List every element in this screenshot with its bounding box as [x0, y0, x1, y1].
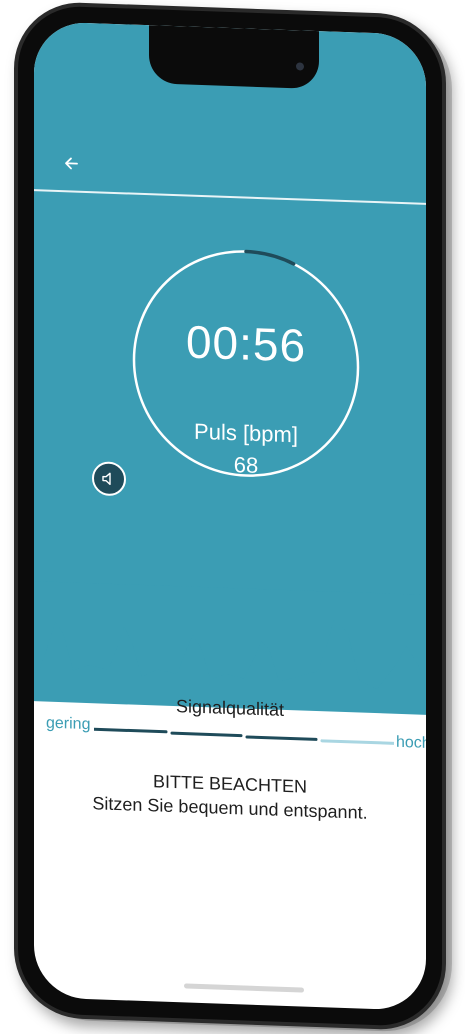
speaker-icon [102, 472, 111, 486]
sound-toggle-button[interactable] [92, 461, 126, 497]
app-screen: 00:56 Puls [bpm] 68 Signalqualität gerin… [34, 21, 426, 1011]
device-notch [149, 25, 319, 90]
home-indicator [184, 983, 304, 993]
phone-bezel: 00:56 Puls [bpm] 68 Signalqualität gerin… [18, 4, 442, 1028]
signal-low-label: gering [46, 714, 91, 734]
signal-segment-empty [320, 739, 394, 745]
progress-arc [244, 249, 296, 266]
signal-segment-filled [170, 731, 243, 738]
phone-frame: 00:56 Puls [bpm] 68 Signalqualität gerin… [14, 0, 446, 1032]
front-camera [296, 62, 304, 71]
signal-high-label: hoch [396, 733, 426, 753]
signal-segment-filled [94, 727, 168, 734]
timer-display: 00:56 [185, 315, 307, 372]
signal-segment-filled [245, 735, 318, 741]
arrow-left-icon[interactable] [60, 152, 82, 175]
